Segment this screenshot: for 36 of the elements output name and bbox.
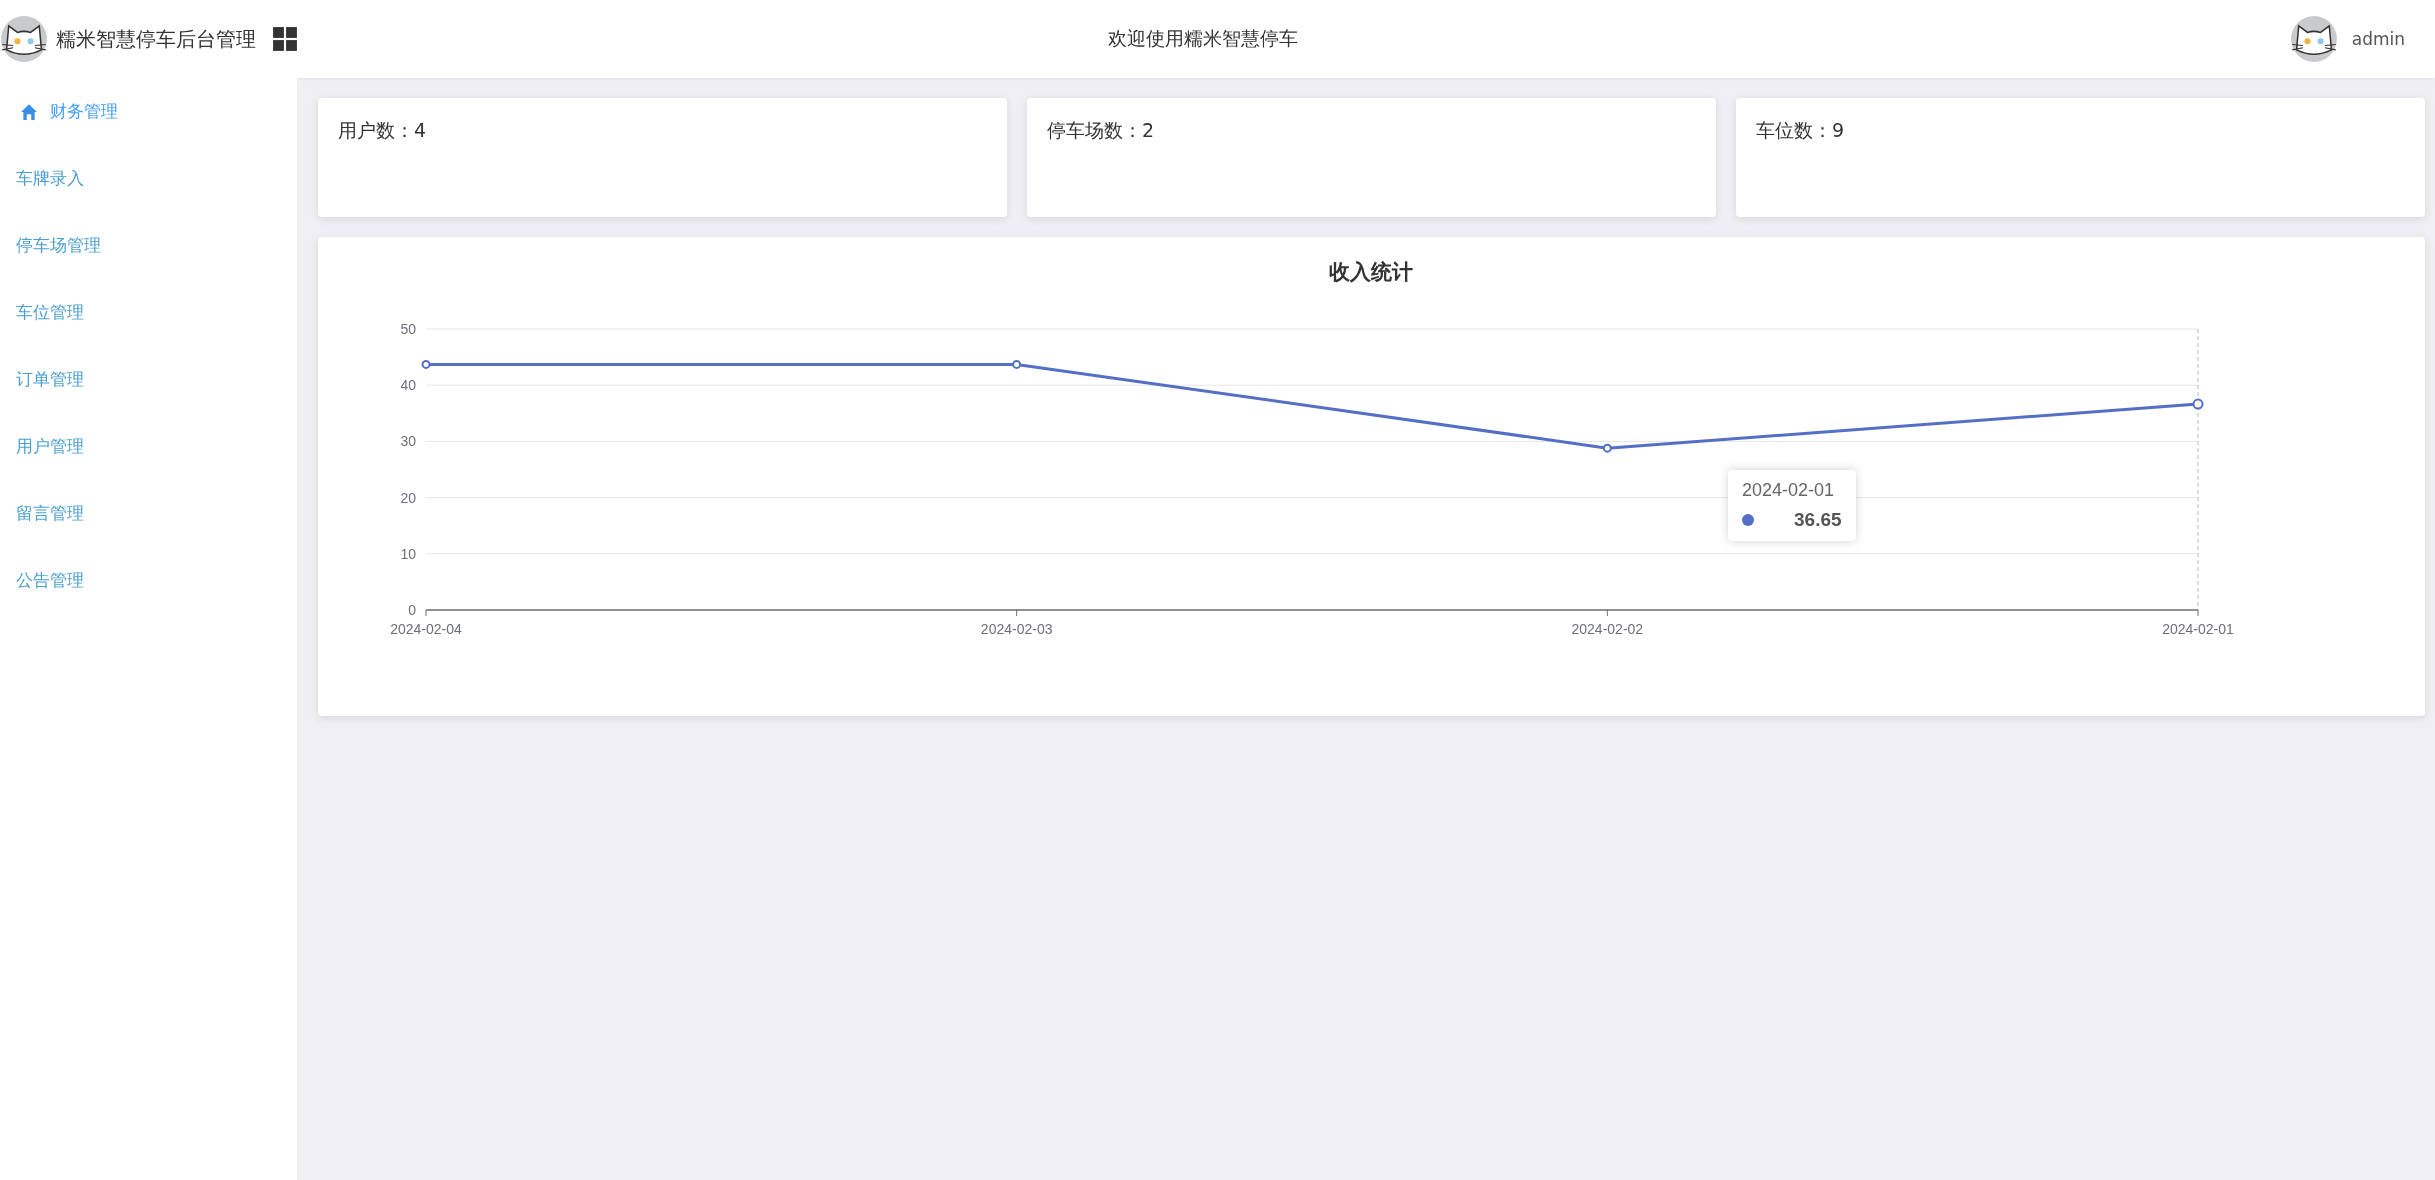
menu-item[interactable]: 留言管理 [0, 480, 297, 547]
tooltip-date: 2024-02-01 [1742, 480, 1836, 501]
y-tick-label: 10 [400, 545, 416, 562]
data-point[interactable] [1602, 443, 1612, 453]
menu-item[interactable]: 停车场管理 [0, 212, 297, 279]
stat-text: 车位数：9 [1756, 119, 1845, 141]
menu-item[interactable]: 用户管理 [0, 413, 297, 480]
cat-avatar-icon[interactable] [2289, 15, 2338, 63]
data-point[interactable] [2192, 398, 2204, 410]
series-dot-icon [1742, 514, 1754, 526]
x-tick-label: 2024-02-01 [2162, 621, 2234, 637]
grid-menu-icon[interactable] [272, 26, 298, 52]
y-tick-label: 40 [400, 377, 416, 394]
chart-title: 收入统计 [1329, 260, 1413, 284]
menu-item[interactable]: 订单管理 [0, 346, 297, 413]
y-tick-label: 30 [400, 433, 416, 450]
data-point[interactable] [1012, 359, 1022, 369]
x-tick-label: 2024-02-04 [390, 621, 462, 637]
menu-group[interactable]: 财务管理 [0, 78, 297, 145]
stat-text: 停车场数：2 [1047, 119, 1155, 141]
data-point[interactable] [421, 359, 431, 369]
welcome-text: 欢迎使用糯米智慧停车 [1107, 26, 1298, 51]
y-tick-label: 0 [408, 602, 416, 618]
home-icon [20, 102, 38, 121]
x-tick-label: 2024-02-02 [1571, 621, 1644, 637]
menu-group-label[interactable]: 财务管理 [50, 100, 118, 123]
menu-item[interactable]: 车牌录入 [0, 145, 297, 212]
stat-text: 用户数：4 [338, 119, 427, 141]
menu-item[interactable]: 车位管理 [0, 279, 297, 346]
app-title: 糯米智慧停车后台管理 [56, 25, 256, 53]
y-tick-label: 50 [400, 321, 416, 337]
tooltip-value: 36.65 [1794, 509, 1842, 531]
x-tick-label: 2024-02-03 [980, 621, 1053, 637]
username[interactable]: admin [2351, 29, 2405, 49]
menu-item[interactable]: 公告管理 [0, 547, 297, 614]
y-tick-label: 20 [400, 489, 416, 506]
